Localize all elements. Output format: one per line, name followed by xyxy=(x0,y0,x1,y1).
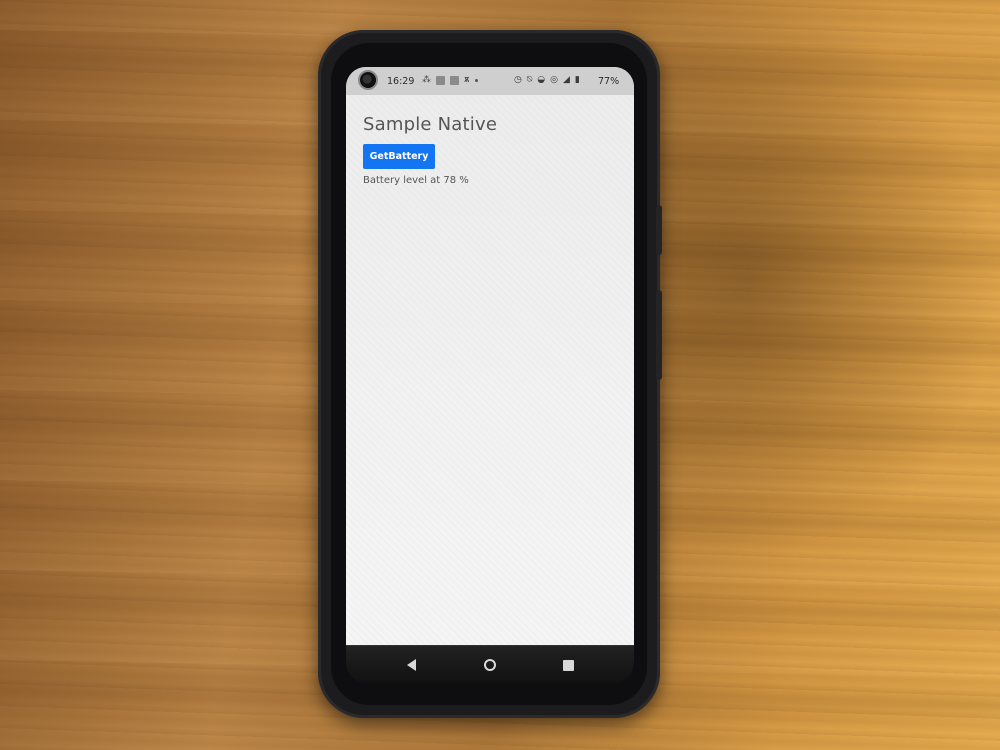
power-button xyxy=(656,205,662,255)
status-notification-icons: ⁂ ѫ xyxy=(422,75,478,85)
get-battery-button[interactable]: GetBattery xyxy=(363,144,435,169)
navigation-bar xyxy=(346,645,634,684)
status-battery-percent: 77% xyxy=(598,76,620,87)
cat-icon: ѫ xyxy=(464,75,470,85)
recents-icon xyxy=(562,659,574,671)
dot-icon xyxy=(474,78,478,82)
home-button[interactable] xyxy=(481,656,499,674)
volume-button xyxy=(656,290,662,380)
mute-icon: ⍉ xyxy=(526,75,533,85)
recents-button[interactable] xyxy=(559,656,577,674)
signal-icon: ◢ xyxy=(562,75,570,85)
status-bar: 16:29 ⁂ ѫ ◷ ⍉ ◒ ◎ ◢ ▮ 77% xyxy=(346,67,634,95)
notification-icon xyxy=(450,75,459,85)
wifi-icon: ◒ xyxy=(537,75,546,85)
table-shadow xyxy=(640,0,1000,560)
hotspot-icon: ◎ xyxy=(550,75,558,85)
phone-screen: 16:29 ⁂ ѫ ◷ ⍉ ◒ ◎ ◢ ▮ 77% Sample Native … xyxy=(346,67,634,645)
notification-icon xyxy=(436,75,445,85)
app-title: Sample Native xyxy=(363,114,498,135)
front-camera xyxy=(358,70,378,90)
battery-level-text: Battery level at 78 % xyxy=(363,175,469,186)
alarm-icon: ◷ xyxy=(514,75,522,85)
status-system-icons: ◷ ⍉ ◒ ◎ ◢ ▮ xyxy=(514,75,580,85)
status-time: 16:29 xyxy=(387,76,415,87)
back-icon xyxy=(406,659,416,671)
battery-icon: ▮ xyxy=(574,75,580,85)
back-button[interactable] xyxy=(402,656,420,674)
home-icon xyxy=(484,659,496,671)
wifi-calling-icon: ⁂ xyxy=(422,75,431,85)
